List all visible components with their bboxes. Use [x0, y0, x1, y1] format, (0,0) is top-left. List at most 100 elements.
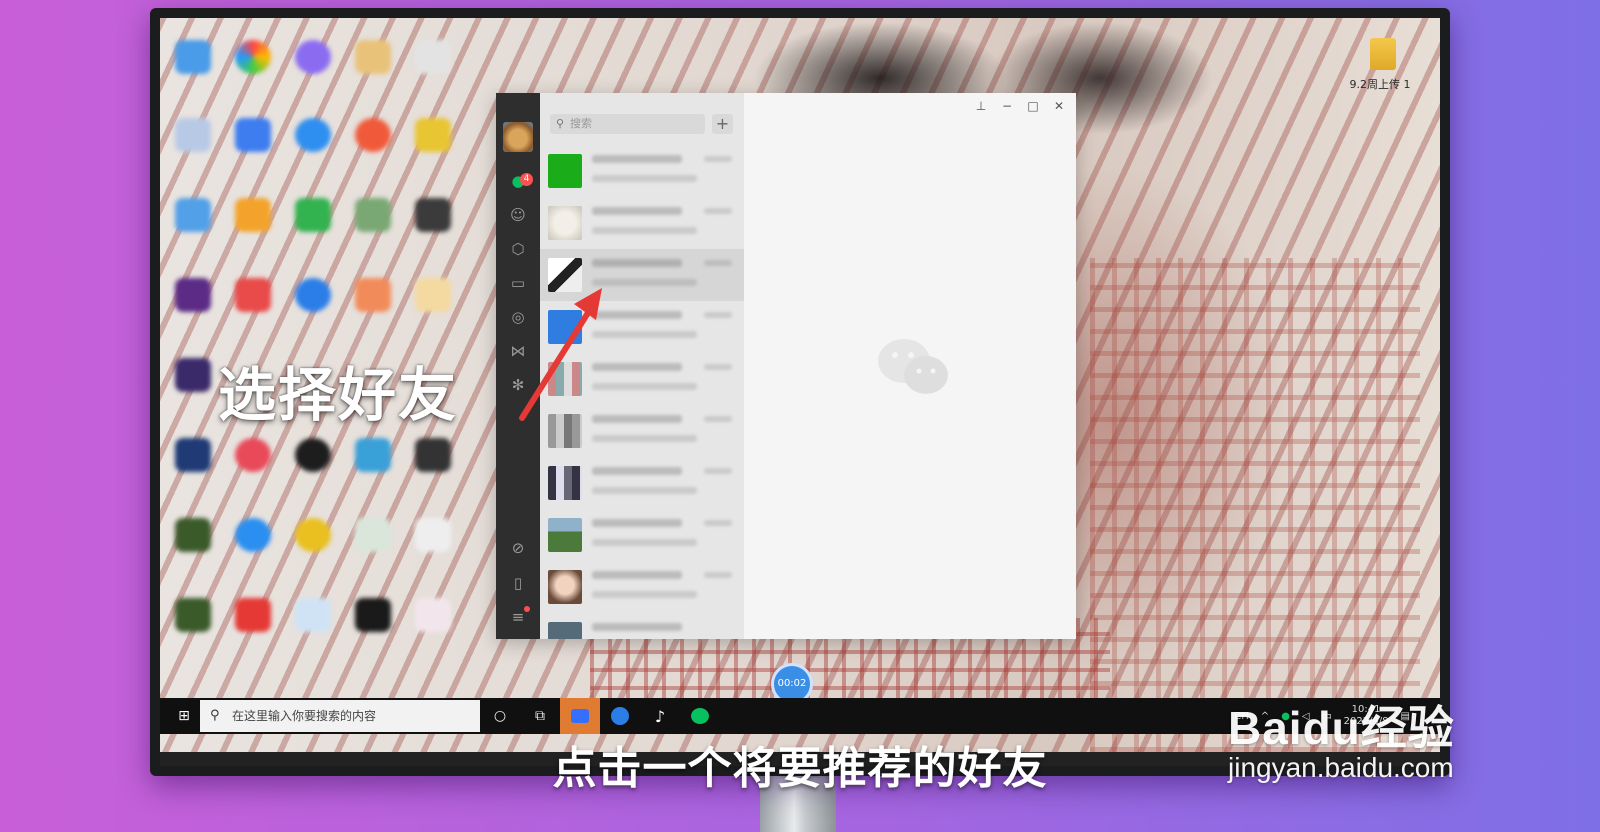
- desktop-app-icon[interactable]: [355, 518, 391, 552]
- minimize-button[interactable]: −: [996, 97, 1018, 115]
- baidu-jingyan-watermark: Baidu经验 jingyan.baidu.com: [1228, 692, 1455, 784]
- desktop-app-icon[interactable]: [295, 40, 331, 74]
- taskbar-search-placeholder: 在这里输入你要搜索的内容: [232, 709, 377, 723]
- desktop-app-icon[interactable]: [415, 598, 451, 632]
- desktop-app-icon[interactable]: [295, 438, 331, 472]
- chat-time: [704, 208, 732, 214]
- task-view-icon[interactable]: ⧉: [520, 698, 560, 734]
- desktop-app-icon[interactable]: [355, 598, 391, 632]
- watermark-brand: Baidu经验: [1228, 702, 1455, 754]
- wallpaper-plaid-shirt: [1090, 258, 1420, 752]
- desktop-app-icon[interactable]: [235, 598, 271, 632]
- chat-list-item[interactable]: [540, 509, 744, 561]
- desktop-app-icon[interactable]: [235, 518, 271, 552]
- desktop-app-icon[interactable]: [415, 438, 451, 472]
- desktop-app-icon[interactable]: [175, 598, 211, 632]
- add-button[interactable]: +: [712, 114, 733, 134]
- desktop-app-icon[interactable]: [235, 278, 271, 312]
- desktop-app-icon[interactable]: [175, 40, 211, 74]
- wechat-logo-icon: [878, 339, 948, 394]
- taskbar-app-tiktok-icon[interactable]: ♪: [640, 698, 680, 734]
- desktop-app-icon[interactable]: [175, 198, 211, 232]
- chat-name: [592, 571, 682, 579]
- desktop-folder-icon[interactable]: [1370, 38, 1396, 70]
- chat-avatar: [548, 466, 582, 500]
- chat-avatar: [548, 518, 582, 552]
- desktop-app-icon[interactable]: [295, 198, 331, 232]
- desktop-app-icon[interactable]: [175, 438, 211, 472]
- desktop-screen: 9.2周上传 1 ● 4 ☺ ⬡ ▭ ◎ ⋈ ✻ ⊘ ▯ ≡ ⚲ 搜索 + ⊥ …: [160, 18, 1440, 752]
- chat-list-item[interactable]: [540, 457, 744, 509]
- watermark-url: jingyan.baidu.com: [1228, 752, 1454, 783]
- desktop-app-icon[interactable]: [355, 118, 391, 152]
- desktop-folder-icon[interactable]: [355, 40, 391, 74]
- desktop-app-icon[interactable]: [175, 118, 211, 152]
- windows-start-icon[interactable]: ⊞: [166, 698, 202, 734]
- taskbar-app-browser-icon[interactable]: [600, 698, 640, 734]
- desktop-app-icon[interactable]: [355, 438, 391, 472]
- desktop-app-icon[interactable]: [175, 518, 211, 552]
- phone-icon[interactable]: ▯: [508, 573, 528, 593]
- chat-preview: [592, 487, 697, 494]
- cortana-icon[interactable]: ○: [480, 698, 520, 734]
- desktop-app-icon[interactable]: [235, 118, 271, 152]
- taskbar-search-input[interactable]: ⚲ 在这里输入你要搜索的内容: [200, 700, 480, 732]
- desktop-app-icon[interactable]: [295, 118, 331, 152]
- maximize-button[interactable]: □: [1022, 97, 1044, 115]
- desktop-app-icon[interactable]: [295, 598, 331, 632]
- desktop-app-icon[interactable]: [235, 198, 271, 232]
- desktop-app-icon[interactable]: [235, 40, 271, 74]
- chat-avatar: [548, 570, 582, 604]
- chat-main-panel: ⊥ − □ ✕: [744, 93, 1076, 639]
- desktop-folder-label: 9.2周上传 1: [1349, 78, 1411, 91]
- chat-time: [704, 260, 732, 266]
- chat-time: [704, 572, 732, 578]
- desktop-file-icon[interactable]: [415, 40, 451, 74]
- chat-name: [592, 467, 682, 475]
- link-icon[interactable]: ⊘: [508, 538, 528, 558]
- caption-select-friend: 选择好友: [218, 361, 459, 429]
- desktop-app-icon[interactable]: [175, 278, 211, 312]
- chat-name: [592, 155, 682, 163]
- chat-avatar: [548, 206, 582, 240]
- search-icon: ⚲: [556, 117, 565, 130]
- chat-preview: [592, 435, 697, 442]
- favorites-icon[interactable]: ⬡: [508, 239, 528, 259]
- contacts-icon[interactable]: ☺: [508, 205, 528, 225]
- chat-time: [704, 364, 732, 370]
- chat-time: [704, 520, 732, 526]
- chat-time: [704, 468, 732, 474]
- chat-list-item[interactable]: [540, 561, 744, 613]
- unread-badge: 4: [520, 173, 533, 186]
- chat-list-item[interactable]: [540, 197, 744, 249]
- chat-preview: [592, 227, 697, 234]
- desktop-app-icon[interactable]: [235, 438, 271, 472]
- chat-avatar: [548, 622, 582, 639]
- chat-avatar: [548, 154, 582, 188]
- user-avatar[interactable]: [503, 122, 533, 152]
- search-icon: ⚲: [210, 708, 220, 723]
- chat-time: [704, 416, 732, 422]
- search-input[interactable]: ⚲ 搜索: [550, 114, 705, 134]
- chat-name: [592, 519, 682, 527]
- monitor: 9.2周上传 1 ● 4 ☺ ⬡ ▭ ◎ ⋈ ✻ ⊘ ▯ ≡ ⚲ 搜索 + ⊥ …: [150, 8, 1450, 776]
- desktop-app-icon[interactable]: [415, 198, 451, 232]
- taskbar-app-feishu-icon[interactable]: [560, 698, 600, 734]
- chat-preview: [592, 539, 697, 546]
- desktop-app-icon[interactable]: [355, 198, 391, 232]
- chat-list-item[interactable]: [540, 613, 744, 639]
- menu-notification-dot: [524, 606, 530, 612]
- red-pointer-arrow-icon: [519, 288, 602, 421]
- search-placeholder: 搜索: [570, 117, 592, 130]
- desktop-app-icon[interactable]: [355, 278, 391, 312]
- taskbar-app-wechat-icon[interactable]: [680, 698, 720, 734]
- desktop-app-icon[interactable]: [295, 518, 331, 552]
- pin-icon[interactable]: ⊥: [970, 97, 992, 115]
- desktop-app-icon[interactable]: [175, 358, 211, 392]
- close-button[interactable]: ✕: [1048, 97, 1070, 115]
- desktop-app-icon[interactable]: [415, 278, 451, 312]
- desktop-app-icon[interactable]: [415, 518, 451, 552]
- desktop-app-icon[interactable]: [295, 278, 331, 312]
- chat-list-item[interactable]: [540, 145, 744, 197]
- desktop-app-icon[interactable]: [415, 118, 451, 152]
